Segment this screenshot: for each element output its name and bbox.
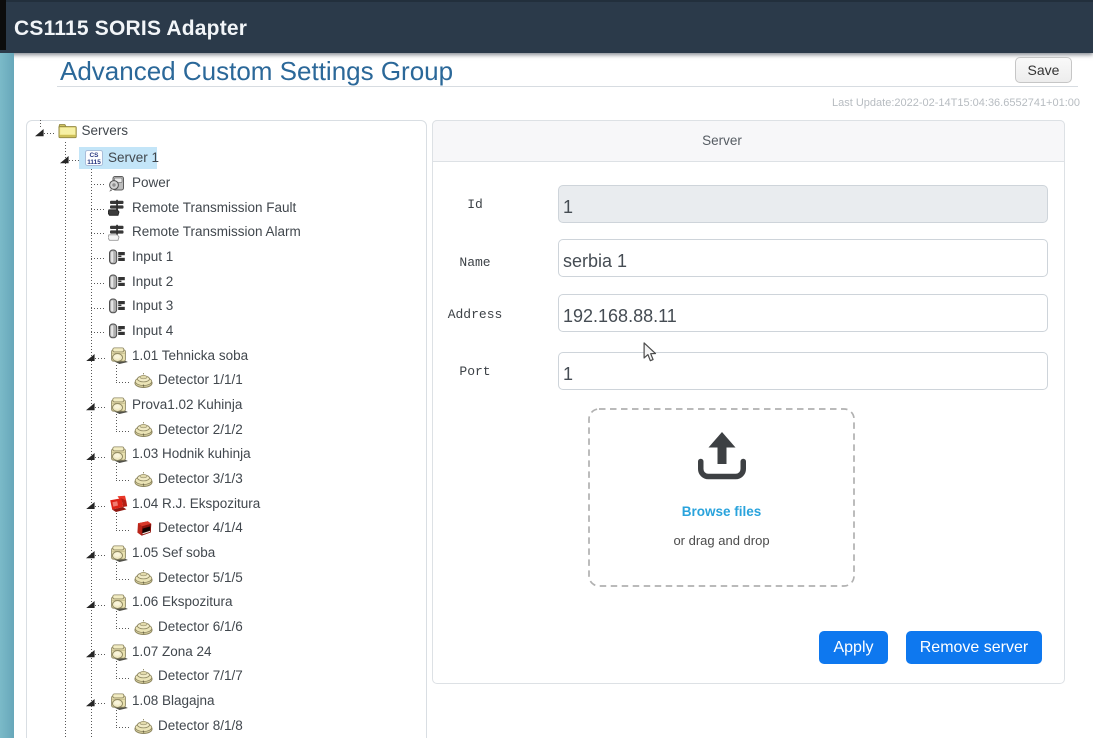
- svg-text:1115: 1115: [87, 159, 101, 166]
- svg-text:CS: CS: [89, 152, 99, 159]
